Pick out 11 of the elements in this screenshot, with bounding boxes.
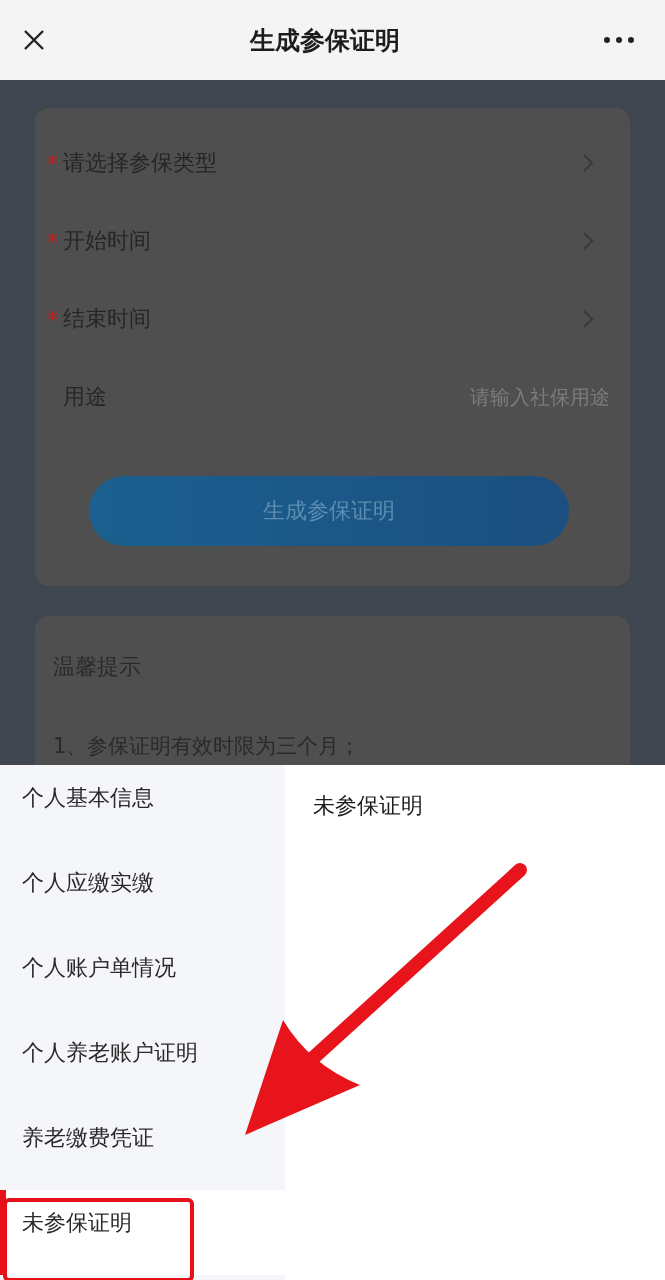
picker-option[interactable]: 养老缴费凭证 xyxy=(0,1105,285,1190)
close-icon[interactable] xyxy=(22,28,46,52)
picker-option[interactable]: 个人账户单情况 xyxy=(0,935,285,1020)
required-mark: * xyxy=(47,306,59,332)
picker-option[interactable]: 未参保证明 xyxy=(313,791,637,821)
required-mark: * xyxy=(47,228,59,254)
required-mark: * xyxy=(47,150,59,176)
picker-option[interactable]: 个人应缴实缴 xyxy=(0,850,285,935)
page-title: 生成参保证明 xyxy=(249,24,400,57)
more-icon[interactable] xyxy=(603,36,635,44)
picker-option[interactable]: 个人基本信息 xyxy=(0,765,285,850)
